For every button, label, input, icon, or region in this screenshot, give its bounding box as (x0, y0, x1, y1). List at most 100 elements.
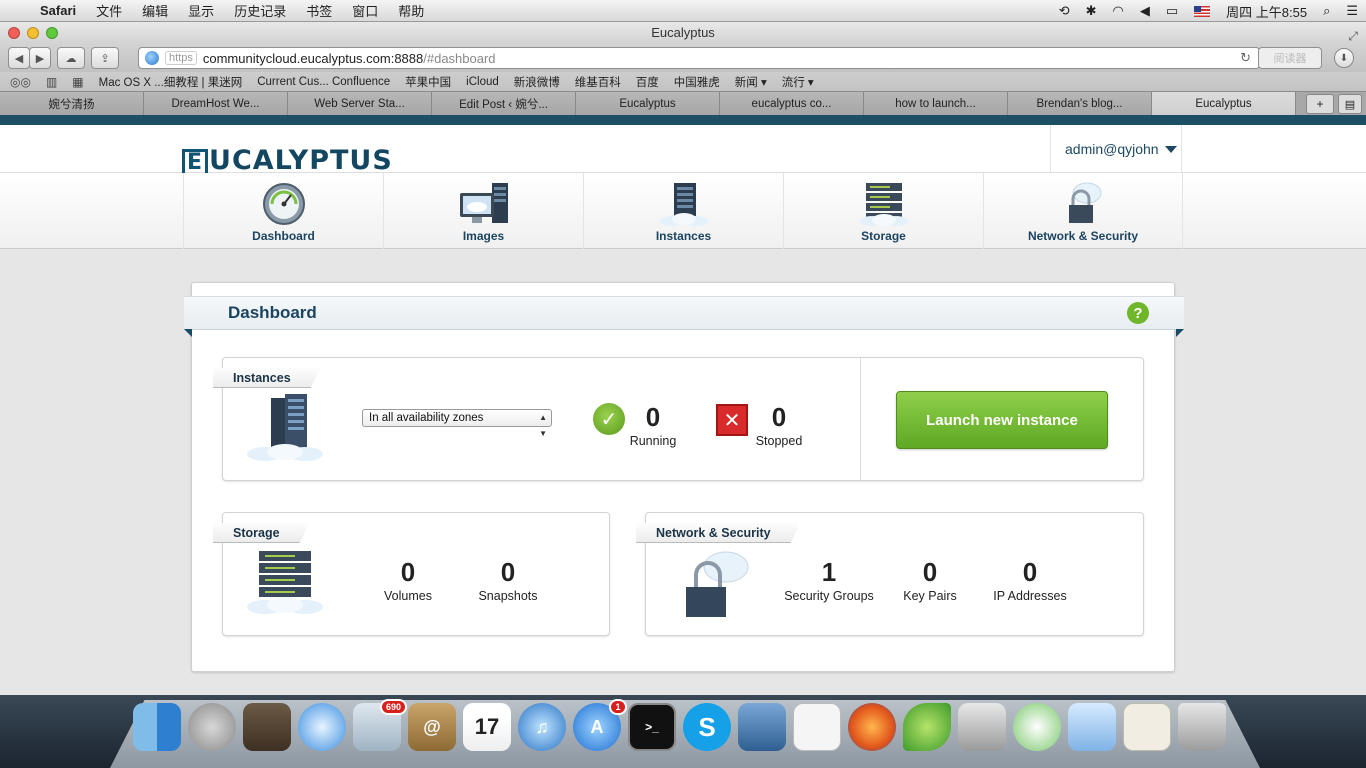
browser-tab[interactable]: Brendan's blog... (1008, 92, 1152, 115)
notification-center-icon[interactable]: ☰ (1346, 3, 1358, 19)
preview-icon[interactable] (1123, 703, 1171, 751)
terminal-icon[interactable]: >_ (628, 703, 676, 751)
browser-tab[interactable]: Web Server Sta... (288, 92, 432, 115)
browser-tab[interactable]: 婉兮清扬 (0, 92, 144, 115)
menu-window[interactable]: 窗口 (352, 1, 378, 20)
address-bar[interactable]: https communitycloud.eucalyptus.com:8888… (138, 47, 1260, 69)
browser-tab[interactable]: Eucalyptus (576, 92, 720, 115)
menu-help[interactable]: 帮助 (398, 1, 424, 20)
cube-icon[interactable] (1068, 703, 1116, 751)
reader-button[interactable]: 阅读器 (1258, 47, 1322, 69)
menu-history[interactable]: 历史记录 (234, 1, 286, 20)
launch-instance-button[interactable]: Launch new instance (896, 391, 1108, 449)
app-store-icon[interactable]: A1 (573, 699, 627, 751)
ip-addresses-stat[interactable]: 0 IP Addresses (980, 557, 1080, 603)
bookmark-item[interactable]: 新浪微博 (514, 74, 560, 90)
user-menu[interactable]: admin@qyjohn (1050, 125, 1182, 173)
bookmarks-book-icon[interactable]: ▥ (46, 75, 57, 89)
browser-tab[interactable]: how to launch... (864, 92, 1008, 115)
firefox-icon[interactable] (848, 703, 896, 751)
select-arrows-icon: ▲ ▼ (539, 413, 547, 438)
calculator-icon[interactable] (958, 703, 1006, 751)
divider (860, 358, 861, 480)
key-pairs-stat[interactable]: 0 Key Pairs (890, 557, 970, 603)
minimize-window-button[interactable] (27, 27, 39, 39)
nav-images[interactable]: Images (383, 173, 583, 249)
browser-tab[interactable]: DreamHost We... (144, 92, 288, 115)
reading-list-icon[interactable]: ◎◎ (10, 75, 31, 89)
bookmark-item[interactable]: Current Cus... Confluence (257, 76, 390, 88)
trash-icon[interactable] (1178, 703, 1226, 751)
adium-icon[interactable] (1013, 703, 1061, 751)
launchpad-icon[interactable] (188, 703, 236, 751)
browser-tab-active[interactable]: Eucalyptus (1152, 92, 1296, 115)
finder-icon[interactable] (133, 703, 181, 751)
dock-icons: 690 @ 17 ♫ A1 >_ S (133, 699, 1226, 759)
menu-bookmarks[interactable]: 书签 (306, 1, 332, 20)
globe-icon (145, 51, 159, 65)
spotlight-icon[interactable]: ⌕ (1323, 3, 1330, 19)
bookmark-item[interactable]: 中国雅虎 (674, 74, 720, 90)
key-pairs-label: Key Pairs (903, 589, 957, 603)
input-source-icon[interactable] (1194, 5, 1211, 17)
skype-icon[interactable]: S (683, 703, 731, 751)
volumes-stat[interactable]: 0 Volumes (373, 557, 443, 603)
tab-bar: 婉兮清扬 DreamHost We... Web Server Sta... E… (0, 91, 1366, 115)
mail-icon[interactable]: 690 (353, 699, 407, 751)
downloads-icon[interactable]: ⬇ (1334, 48, 1354, 68)
running-stat[interactable]: 0 Running (623, 402, 683, 448)
safari-icon[interactable] (298, 703, 346, 751)
time-machine-icon[interactable]: ⟲ (1059, 3, 1070, 19)
battery-icon[interactable]: ▭ (1166, 3, 1178, 19)
zoom-window-button[interactable] (46, 27, 58, 39)
snapshots-label: Snapshots (478, 589, 538, 603)
app-menu[interactable]: Safari (40, 3, 76, 18)
virtualbox-icon[interactable] (738, 703, 786, 751)
back-arrow-icon: ◀ (14, 52, 24, 65)
security-groups-stat[interactable]: 1 Security Groups (779, 557, 879, 603)
textedit-icon[interactable] (793, 703, 841, 751)
volumes-label: Volumes (384, 589, 432, 603)
leaf-icon[interactable] (903, 703, 951, 751)
contacts-icon[interactable]: @ (408, 703, 456, 751)
nav-network-security[interactable]: Network & Security (983, 173, 1183, 249)
bluetooth-icon[interactable]: ✱ (1086, 3, 1097, 19)
snapshots-stat[interactable]: 0 Snapshots (473, 557, 543, 603)
bookmark-item[interactable]: 维基百科 (575, 74, 621, 90)
stopped-count: 0 (771, 402, 787, 432)
bookmark-item[interactable]: iCloud (466, 76, 499, 88)
app-header: E UCALYPTUS admin@qyjohn (0, 125, 1366, 177)
availability-zone-select[interactable]: In all availability zones ▲ ▼ (362, 409, 552, 438)
bookmark-item[interactable]: 苹果中国 (405, 74, 451, 90)
tab-list-button[interactable]: ▤ (1338, 94, 1362, 114)
menu-view[interactable]: 显示 (188, 1, 214, 20)
nav-instances[interactable]: Instances (583, 173, 783, 249)
wifi-icon[interactable]: ◠ (1113, 3, 1124, 19)
bookmark-item[interactable]: Mac OS X ...细教程 | 果迷网 (99, 74, 243, 90)
bookmark-folder[interactable]: 新闻 ▾ (735, 74, 767, 90)
nav-storage[interactable]: Storage (783, 173, 983, 249)
menubar-clock[interactable]: 周四 上午8:55 (1226, 2, 1307, 21)
help-icon[interactable]: ? (1127, 302, 1149, 324)
browser-tab[interactable]: Edit Post ‹ 婉兮... (432, 92, 576, 115)
browser-tab[interactable]: eucalyptus co... (720, 92, 864, 115)
menu-edit[interactable]: 编辑 (142, 1, 168, 20)
forward-button[interactable]: ▶ (29, 47, 51, 69)
menu-file[interactable]: 文件 (96, 1, 122, 20)
top-sites-icon[interactable]: ▦ (72, 75, 83, 89)
calendar-icon[interactable]: 17 (463, 703, 511, 751)
new-tab-button[interactable]: + (1306, 94, 1334, 114)
volume-icon[interactable]: ◀ (1140, 3, 1150, 19)
share-button[interactable]: ⇪ (91, 47, 119, 69)
stopped-stat[interactable]: 0 Stopped (749, 402, 809, 448)
nav-dashboard[interactable]: Dashboard (183, 173, 383, 249)
itunes-icon[interactable]: ♫ (518, 703, 566, 751)
bookmark-folder[interactable]: 流行 ▾ (782, 74, 814, 90)
back-button[interactable]: ◀ (8, 47, 30, 69)
icloud-tabs-button[interactable]: ☁ (57, 47, 85, 69)
photo-icon[interactable] (243, 703, 291, 751)
close-window-button[interactable] (8, 27, 20, 39)
share-icon: ⇪ (100, 52, 110, 65)
bookmark-item[interactable]: 百度 (636, 74, 659, 90)
reload-icon[interactable]: ↻ (1240, 50, 1251, 66)
